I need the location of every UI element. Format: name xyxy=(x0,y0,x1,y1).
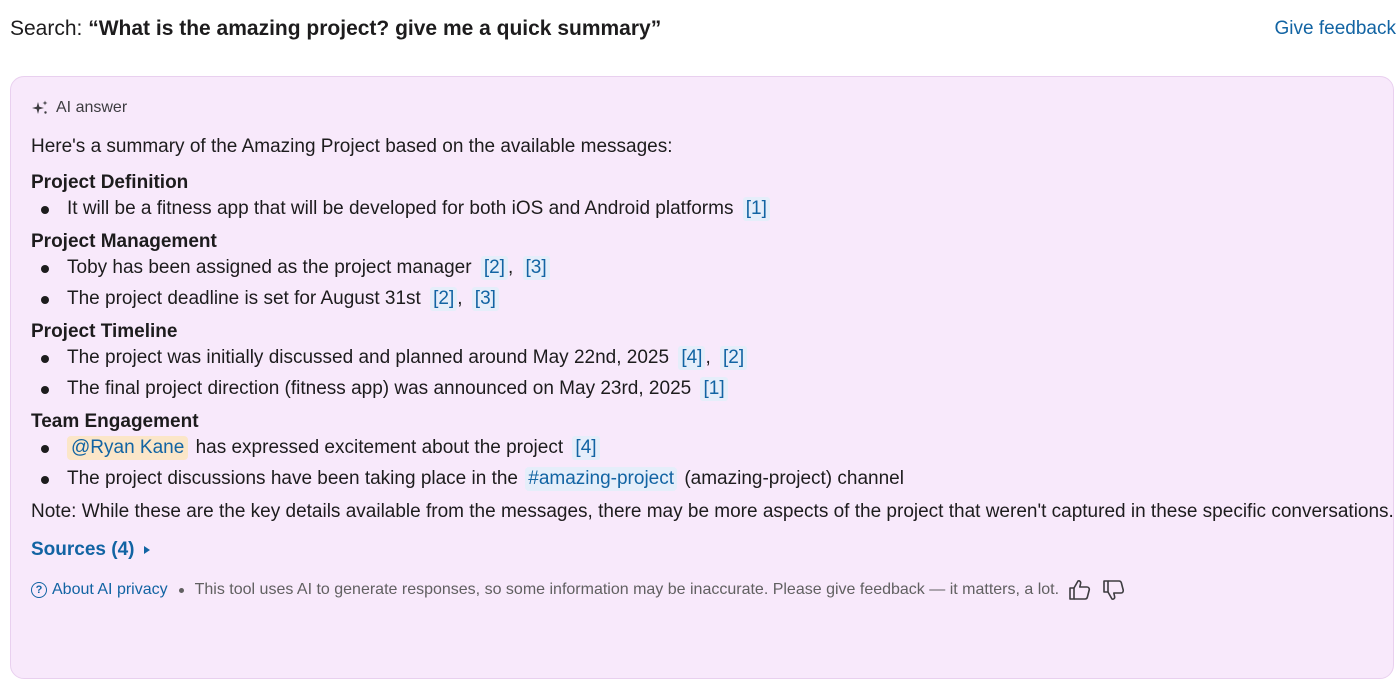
answer-note: Note: While these are the key details av… xyxy=(31,501,1394,522)
bullet-text: has expressed excitement about the proje… xyxy=(195,437,564,458)
ai-search-page: Search: “What is the amazing project? gi… xyxy=(0,0,1400,687)
citation-link[interactable]: [1] xyxy=(700,377,728,401)
citation-separator: , xyxy=(705,347,711,368)
give-feedback-link[interactable]: Give feedback xyxy=(1275,18,1396,40)
list-item: Toby has been assigned as the project ma… xyxy=(31,256,1373,280)
thumbs-up-icon xyxy=(1069,580,1091,600)
citation-link[interactable]: [2] xyxy=(430,287,458,311)
search-header: Search: “What is the amazing project? gi… xyxy=(10,14,1396,44)
citation-link[interactable]: [3] xyxy=(522,256,550,280)
citation-link[interactable]: [4] xyxy=(572,436,600,460)
list-item: The final project direction (fitness app… xyxy=(31,377,1373,401)
question-circle-icon: ? xyxy=(31,582,47,598)
list-item: The project deadline is set for August 3… xyxy=(31,287,1373,311)
section-heading-project-management: Project Management xyxy=(31,231,217,252)
bullet-text: The project discussions have been taking… xyxy=(67,468,518,489)
section-list-project-timeline: The project was initially discussed and … xyxy=(31,346,1373,401)
thumbs-up-button[interactable] xyxy=(1067,577,1093,603)
list-item: The project was initially discussed and … xyxy=(31,346,1373,370)
section-list-project-definition: It will be a fitness app that will be de… xyxy=(31,197,1373,221)
ai-disclaimer: This tool uses AI to generate responses,… xyxy=(194,581,1060,598)
separator-dot xyxy=(178,587,184,593)
section-heading-team-engagement: Team Engagement xyxy=(31,411,199,432)
citation-separator: , xyxy=(457,288,463,309)
citation-separator: , xyxy=(507,257,514,278)
user-mention[interactable]: @Ryan Kane xyxy=(67,436,189,460)
sparkle-icon xyxy=(31,99,49,117)
bullet-text: The final project direction (fitness app… xyxy=(67,378,692,399)
citation-link[interactable]: [4] xyxy=(678,346,706,370)
section-heading-project-definition: Project Definition xyxy=(31,172,189,193)
bullet-text: The project was initially discussed and … xyxy=(67,347,670,368)
search-title: Search: “What is the amazing project? gi… xyxy=(10,17,661,41)
ai-answer-label: AI answer xyxy=(31,97,1373,119)
bullet-text: The project deadline is set for August 3… xyxy=(67,288,421,309)
bullet-text: It will be a fitness app that will be de… xyxy=(67,198,734,219)
citation-link[interactable]: [3] xyxy=(471,287,499,311)
citation-link[interactable]: [2] xyxy=(480,256,508,280)
search-prefix: Search: xyxy=(10,17,89,40)
list-item: The project discussions have been taking… xyxy=(31,467,1373,491)
bullet-text: Toby has been assigned as the project ma… xyxy=(67,257,472,278)
answer-intro: Here's a summary of the Amazing Project … xyxy=(31,136,673,157)
sources-label: Sources (4) xyxy=(31,539,135,560)
section-heading-project-timeline: Project Timeline xyxy=(31,321,178,342)
thumbs-down-button[interactable] xyxy=(1101,577,1127,603)
citation-link[interactable]: [1] xyxy=(742,197,770,221)
channel-link[interactable]: #amazing-project xyxy=(525,467,678,491)
sources-toggle[interactable]: Sources (4) xyxy=(31,538,1373,562)
privacy-link-label: About AI privacy xyxy=(52,581,168,598)
list-item: It will be a fitness app that will be de… xyxy=(31,197,1373,221)
ai-answer-label-text: AI answer xyxy=(56,99,128,116)
bullet-text-after: (amazing-project) channel xyxy=(684,468,904,489)
search-query: “What is the amazing project? give me a … xyxy=(88,17,662,40)
about-ai-privacy-link[interactable]: ? About AI privacy xyxy=(31,581,168,599)
caret-right-icon xyxy=(144,546,151,554)
section-list-team-engagement: @Ryan Kane has expressed excitement abou… xyxy=(31,436,1373,491)
thumbs-down-icon xyxy=(1103,580,1125,600)
citation-link[interactable]: [2] xyxy=(720,346,748,370)
section-list-project-management: Toby has been assigned as the project ma… xyxy=(31,256,1373,311)
answer-footer: ? About AI privacy This tool uses AI to … xyxy=(31,578,1373,602)
ai-answer-panel: AI answer Here's a summary of the Amazin… xyxy=(10,76,1394,679)
list-item: @Ryan Kane has expressed excitement abou… xyxy=(31,436,1373,460)
